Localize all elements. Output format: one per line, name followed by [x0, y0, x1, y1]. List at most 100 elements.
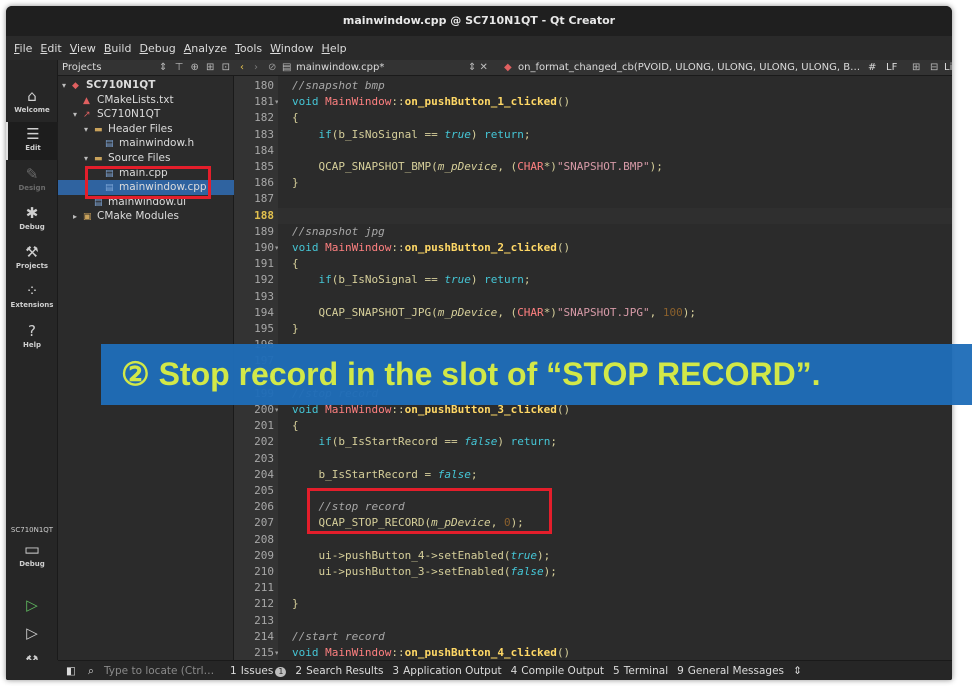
nav-forward-icon[interactable]: ›: [254, 60, 258, 75]
header-file-icon: ▤: [105, 139, 114, 150]
line-number: 203: [254, 451, 274, 465]
menu-item[interactable]: Tools: [235, 42, 262, 55]
symbol-dropdown[interactable]: on_format_changed_cb(PVOID, ULONG, ULONG…: [518, 60, 860, 75]
dropdown-arrows-icon[interactable]: ⇕ ✕: [468, 60, 488, 75]
mode-welcome-label: Welcome: [14, 106, 50, 114]
menu-item[interactable]: Edit: [40, 42, 61, 55]
expand-arrow-icon[interactable]: ▾: [73, 108, 83, 123]
mode-extensions[interactable]: ⁘ Extensions: [6, 279, 58, 317]
output-tab[interactable]: 3 Application Output: [392, 665, 501, 677]
code-token: }: [292, 597, 299, 611]
expand-arrow-icon[interactable]: ▾: [84, 152, 94, 167]
output-tabs: 1 Issues 1 2 Search Results 3 Application Outp…: [230, 661, 802, 680]
menu-item-label: iew: [77, 41, 96, 55]
expand-arrow-icon[interactable]: ▾: [84, 123, 94, 138]
code-token: if: [318, 127, 332, 141]
line-number: 183: [254, 127, 274, 141]
locator-input[interactable]: Type to locate (Ctrl…: [104, 661, 214, 680]
code-line: {: [292, 256, 299, 272]
menu-item[interactable]: Analyze: [184, 42, 227, 55]
code-token: }: [292, 176, 299, 190]
current-line-highlight: [278, 207, 952, 224]
output-tab-label: General Messages: [687, 665, 785, 677]
menu-item[interactable]: File: [14, 42, 32, 55]
output-tab[interactable]: 5 Terminal: [613, 665, 668, 677]
menu-item[interactable]: Help: [322, 42, 347, 55]
tree-item[interactable]: ▸ ▣ CMake Modules: [58, 209, 234, 224]
mode-debug[interactable]: ✱ Debug: [6, 201, 58, 239]
mode-selector: ⌂ Welcome ☰ Edit ✎ Design ✱ Debug ⚒ Proj…: [6, 60, 58, 670]
expand-arrow-icon[interactable]: ▸: [73, 210, 83, 225]
code-line: }: [292, 321, 299, 337]
mode-welcome[interactable]: ⌂ Welcome: [6, 84, 58, 122]
code-token: ::: [391, 95, 405, 109]
tree-item[interactable]: ▲ CMakeLists.txt: [58, 93, 234, 108]
line-number: 206: [254, 500, 274, 514]
tree-item-label: CMake Modules: [97, 210, 179, 223]
debug-run-button[interactable]: ▷: [6, 624, 58, 642]
line-number: 195: [254, 322, 274, 335]
code-token: ): [497, 435, 511, 449]
code-token: CHAR: [517, 160, 544, 173]
open-file-dropdown[interactable]: mainwindow.cpp*: [296, 60, 384, 75]
line-number: 202: [254, 435, 274, 449]
code-token: }: [292, 322, 299, 335]
projects-panel-header[interactable]: Projects ⇕ ⊤ ⊕ ⊞ ⊡: [58, 60, 234, 76]
nav-back-icon[interactable]: ‹: [240, 60, 244, 75]
code-token: {: [292, 419, 299, 433]
instruction-banner: ② Stop record in the slot of “STOP RECOR…: [101, 344, 972, 405]
line-number: 181: [254, 95, 274, 109]
output-tab[interactable]: 4 Compile Output: [511, 665, 604, 677]
expand-arrow-icon[interactable]: ▾: [62, 79, 72, 94]
kit-mode-label: Debug: [19, 560, 45, 568]
help-icon: ?: [28, 322, 36, 340]
mode-edit-label: Edit: [25, 144, 41, 152]
menu-item-label: uild: [111, 41, 132, 55]
code-token: );: [682, 305, 697, 319]
run-button[interactable]: ▷: [6, 596, 58, 614]
menu-item[interactable]: Debug: [139, 42, 175, 55]
code-line: void MainWindow::on_pushButton_4_clicked…: [292, 645, 570, 660]
line-ending-selector[interactable]: LF: [886, 60, 897, 75]
close-split-icon[interactable]: ⊟: [930, 60, 938, 75]
output-tab[interactable]: 1 Issues 1: [230, 665, 287, 677]
code-token: ui->pushButton_3->setEnabled(: [292, 565, 511, 578]
code-token: ;: [470, 467, 478, 481]
code-token: 100: [662, 305, 683, 319]
output-tab-number: 4: [510, 665, 518, 677]
code-token: );: [649, 160, 663, 173]
code-token: void: [292, 241, 326, 254]
tree-item[interactable]: ▤ mainwindow.h: [58, 136, 234, 151]
mode-help[interactable]: ? Help: [6, 319, 58, 357]
split-icon[interactable]: ⊞: [912, 60, 920, 75]
kit-selector[interactable]: ▭ Debug: [6, 538, 58, 578]
tree-item[interactable]: ▾ ▬ Header Files: [58, 122, 234, 137]
projects-panel-tools[interactable]: ⇕ ⊤ ⊕ ⊞ ⊡: [159, 60, 232, 76]
mode-projects[interactable]: ⚒ Projects: [6, 240, 58, 278]
tree-item[interactable]: ▾ ▬ Source Files: [58, 151, 234, 166]
qt-creator-window: mainwindow.cpp @ SC710N1QT - Qt Creator …: [6, 6, 952, 680]
tree-item[interactable]: ▾ ◆ SC710N1QT: [58, 78, 234, 93]
more-tabs-icon[interactable]: ⇕: [793, 665, 802, 677]
code-token: ;: [550, 435, 557, 449]
tree-item[interactable]: ▾ ↗ SC710N1QT: [58, 107, 234, 122]
menu-item-label: elp: [329, 41, 347, 55]
mode-edit[interactable]: ☰ Edit: [6, 122, 58, 160]
code-token: //snapshot bmp: [292, 79, 385, 92]
output-tab[interactable]: 2 Search Results: [295, 665, 383, 677]
code-token: );: [537, 548, 551, 562]
code-line: void MainWindow::on_pushButton_1_clicked…: [292, 94, 570, 110]
output-tab[interactable]: 9 General Messages: [677, 665, 784, 677]
toggle-sidebar-icon[interactable]: ◧: [66, 661, 76, 680]
menu-item[interactable]: Window: [270, 42, 313, 55]
menu-item[interactable]: Build: [104, 42, 132, 55]
mode-design[interactable]: ✎ Design: [6, 162, 58, 200]
menu-item-label: nalyze: [191, 41, 228, 55]
code-token: ::: [391, 241, 405, 254]
cmake-file-icon: ▲: [83, 95, 90, 106]
file-icon: ▤: [282, 62, 292, 73]
issues-count-badge: 1: [275, 667, 287, 677]
menu-item[interactable]: View: [70, 42, 96, 55]
